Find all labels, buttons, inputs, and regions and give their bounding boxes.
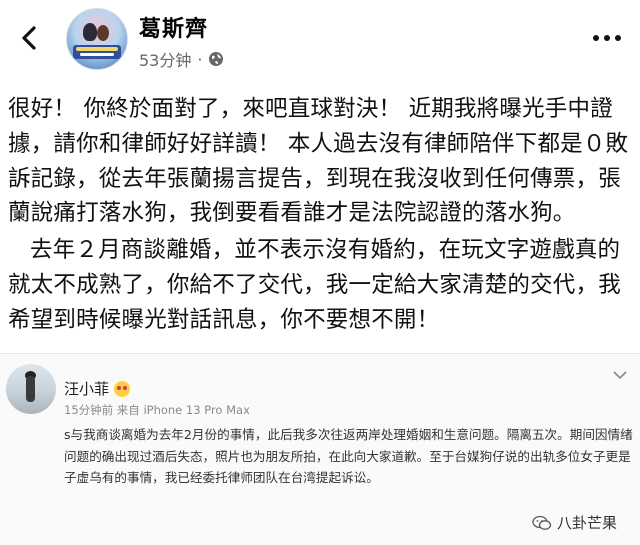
author-avatar[interactable]: [66, 8, 128, 70]
chevron-down-icon: [613, 371, 627, 380]
post-header: 葛斯齊 53分钟 ·: [0, 0, 640, 82]
post-paragraph: 很好！ 你終於面對了，來吧直球對決！ 近期我將曝光手中證據，請你和律師好好詳讀！…: [8, 96, 629, 227]
shared-author-avatar: [6, 364, 56, 414]
post-timestamp[interactable]: 53分钟: [139, 47, 191, 71]
post-paragraph: 去年２月商談離婚，並不表示沒有婚約，在玩文字遊戲真的就太不成熟了，你給不了交代，…: [8, 237, 621, 333]
more-horizontal-icon[interactable]: [590, 28, 624, 48]
post-meta: 53分钟 ·: [139, 47, 224, 71]
watermark-text: 八卦芒果: [557, 514, 618, 532]
meta-separator: ·: [197, 49, 203, 69]
shared-author-row: 汪小菲: [64, 378, 131, 399]
shared-post-body: s与我商谈离婚为去年2月份的事情，此后我多次往返两岸处理婚姻和生意问题。隔离五次…: [64, 427, 633, 486]
heart-eyes-emoji-icon: [114, 380, 131, 397]
author-name[interactable]: 葛斯齊: [139, 11, 208, 43]
avatar-body: [26, 376, 35, 402]
avatar-banner-text: [76, 47, 118, 51]
avatar-banner-text: [80, 53, 114, 56]
avatar-figure: [83, 23, 97, 41]
wechat-icon: [532, 515, 552, 530]
chevron-left-icon[interactable]: [16, 24, 44, 52]
shared-post-meta: 15分钟前 来自 iPhone 13 Pro Max: [64, 403, 250, 417]
post-text: 很好！ 你終於面對了，來吧直球對決！ 近期我將曝光手中證據，請你和律師好好詳讀！…: [8, 92, 634, 338]
avatar-figure: [97, 25, 109, 41]
shared-author-name: 汪小菲: [64, 380, 110, 398]
globe-icon: [209, 52, 224, 66]
watermark: 八卦芒果: [532, 512, 617, 533]
